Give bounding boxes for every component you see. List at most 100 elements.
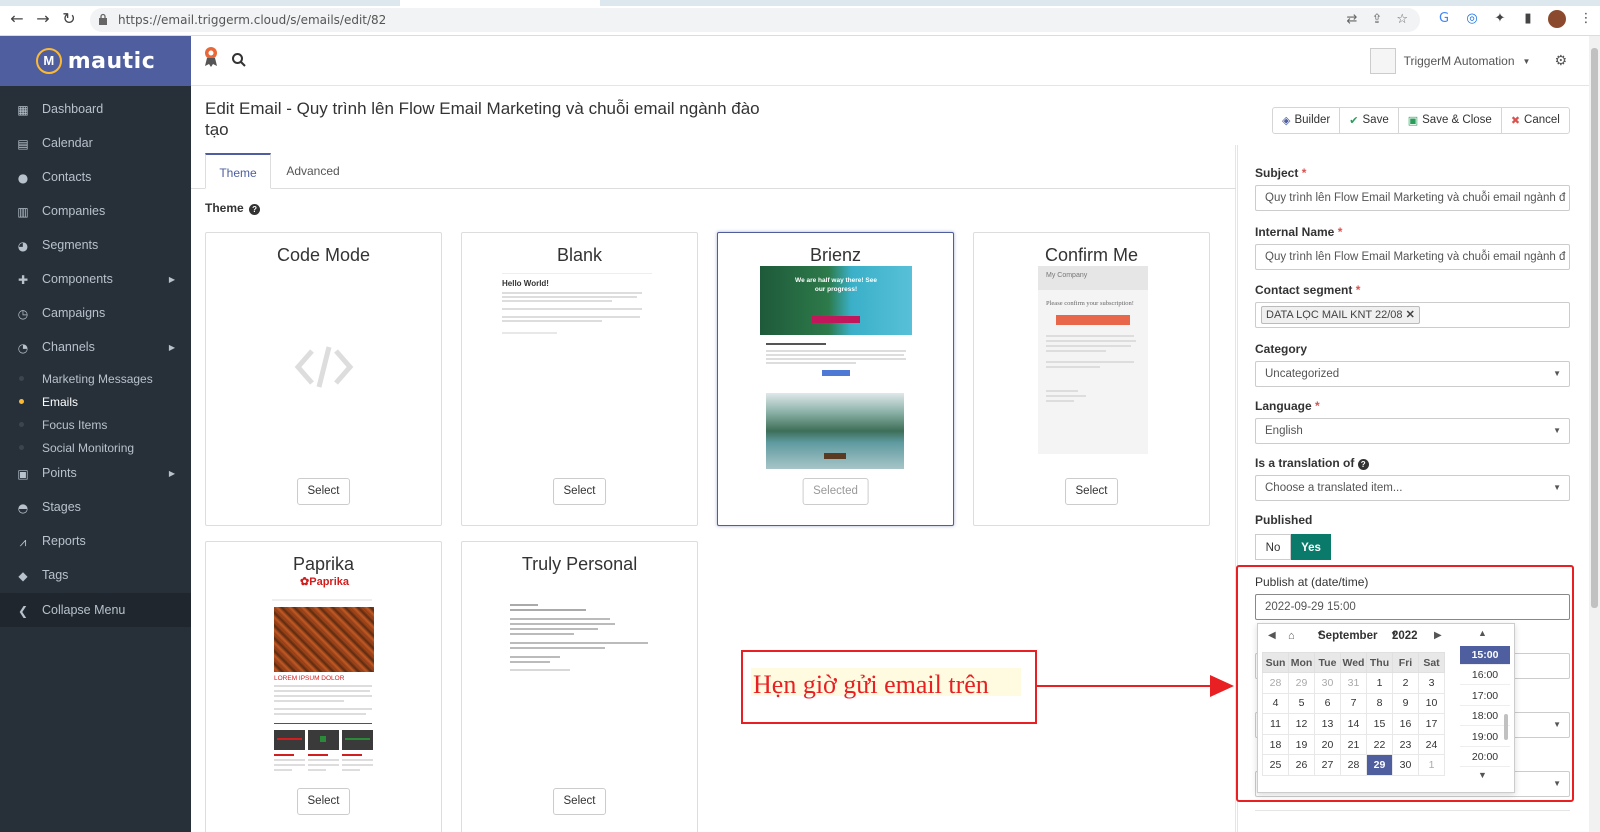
sidebar-item-segments[interactable]: ◕ Segments (0, 228, 191, 262)
logo[interactable]: M mautic (0, 36, 191, 86)
sidebar-subitem-focus-items[interactable]: Focus Items (0, 413, 191, 436)
help-icon[interactable]: ? (249, 204, 261, 215)
sidebar: M mautic ▦ Dashboard ▤ Calendar ● Contacts … (0, 36, 191, 832)
caret-down-icon: ▼ (1522, 56, 1531, 66)
select-button[interactable]: Select (552, 788, 607, 815)
published-yes-button[interactable]: Yes (1291, 534, 1331, 560)
forward-icon[interactable]: → (34, 10, 52, 28)
builder-button[interactable]: ◈ Builder (1273, 108, 1341, 133)
translation-label-text: Is a translation of (1255, 456, 1355, 470)
sidebar-item-points[interactable]: ▣ Points ▶ (0, 456, 191, 490)
theme-title: Confirm Me (1044, 245, 1138, 265)
puzzle-extension-icon[interactable]: ✦ (1492, 11, 1508, 27)
brienz-hero-image: We are half way there! See our progress! (760, 266, 912, 335)
share-icon[interactable]: ⇪ (1371, 12, 1382, 27)
check-icon: ✔ (1349, 114, 1359, 127)
preview-headline: We are half way there! See our progress! (795, 277, 877, 293)
notification-badge-icon[interactable] (203, 46, 219, 68)
subject-label: Subject * (1255, 166, 1307, 180)
sidebar-item-campaigns[interactable]: ◷ Campaigns (0, 296, 191, 330)
sidebar-item-dashboard[interactable]: ▦ Dashboard (0, 92, 191, 126)
cancel-label: Cancel (1524, 114, 1560, 126)
extension-icon[interactable]: ◎ (1464, 11, 1480, 27)
back-icon[interactable]: ← (8, 10, 26, 28)
browser-active-tab[interactable] (400, 0, 600, 6)
sidebar-item-contacts[interactable]: ● Contacts (0, 160, 191, 194)
sidebar-item-companies[interactable]: ▥ Companies (0, 194, 191, 228)
remove-tag-icon[interactable]: ✕ (1406, 309, 1415, 321)
segment-tag-text: DATA LỌC MAIL KNT 22/08 (1266, 309, 1403, 321)
save-button[interactable]: ✔ Save (1340, 108, 1399, 133)
theme-card-confirm-me[interactable]: Confirm Me My Company Please confirm you… (973, 232, 1210, 526)
tab-advanced[interactable]: Advanced (273, 153, 353, 189)
bullet-icon (19, 445, 24, 450)
sidebar-item-calendar[interactable]: ▤ Calendar (0, 126, 191, 160)
theme-title: Blank (556, 245, 603, 265)
segment-tag[interactable]: DATA LỌC MAIL KNT 22/08 ✕ (1261, 306, 1420, 324)
search-icon[interactable] (231, 52, 247, 68)
select-button[interactable]: Select (296, 788, 351, 815)
sidebar-item-stages[interactable]: ◓ Stages (0, 490, 191, 524)
theme-card-paprika[interactable]: Paprika ✿Paprika LOREM IPSUM DOLOR Selec… (205, 541, 442, 832)
sidebar-subitem-emails[interactable]: Emails (0, 390, 191, 413)
gear-icon[interactable]: ⚙ (1554, 53, 1567, 69)
sidebar-item-label: Channels (42, 340, 95, 354)
page-scrollbar[interactable] (1589, 36, 1600, 832)
clock-icon: ◷ (17, 306, 29, 321)
internal-name-input[interactable]: Quy trình lên Flow Email Marketing và ch… (1255, 244, 1570, 270)
scrollbar-thumb[interactable] (1591, 48, 1598, 608)
sidebar-subitem-marketing-messages[interactable]: Marketing Messages (0, 367, 191, 390)
brienz-lake-image (766, 393, 904, 469)
subject-input[interactable]: Quy trình lên Flow Email Marketing và ch… (1255, 185, 1570, 211)
puzzle-icon: ✚ (17, 272, 29, 287)
select-button[interactable]: Select (296, 478, 351, 505)
logo-text: mautic (67, 48, 156, 74)
sidebar-item-tags[interactable]: ◆ Tags (0, 558, 191, 592)
contact-segment-select[interactable]: DATA LỌC MAIL KNT 22/08 ✕ (1255, 302, 1570, 328)
help-icon[interactable]: ? (1357, 459, 1369, 470)
tab-bar: Theme Advanced (191, 153, 1236, 189)
tag-icon: ◆ (18, 568, 28, 583)
tab-theme[interactable]: Theme (205, 153, 271, 189)
chevron-right-icon: ▶ (168, 342, 175, 352)
sidepanel-icon[interactable]: ▮ (1520, 11, 1536, 27)
sidebar-item-collapse-menu[interactable]: ❮ Collapse Menu (0, 593, 191, 627)
sidebar-item-channels[interactable]: ◔ Channels ▶ (0, 330, 191, 364)
theme-panel: Theme Advanced Theme ? Code Mode Select … (191, 145, 1236, 832)
reload-icon[interactable]: ↻ (60, 10, 78, 28)
published-label: Published (1255, 513, 1313, 527)
language-select[interactable]: English ▼ (1255, 418, 1570, 444)
chevron-down-icon: ▼ (1553, 483, 1561, 492)
google-translate-icon[interactable]: G (1436, 11, 1452, 27)
theme-card-blank[interactable]: Blank Hello World! Select (461, 232, 698, 526)
theme-title: Code Mode (276, 245, 371, 265)
sidebar-item-label: Points (42, 466, 77, 480)
mautic-logo-icon: M (35, 48, 62, 74)
theme-card-code-mode[interactable]: Code Mode Select (205, 232, 442, 526)
browser-menu-icon[interactable]: ⋮ (1578, 11, 1594, 27)
category-select[interactable]: Uncategorized ▼ (1255, 361, 1570, 387)
select-button[interactable]: Select (552, 478, 607, 505)
save-close-button[interactable]: ▣ Save & Close (1399, 108, 1502, 133)
sidebar-item-reports[interactable]: ⩘ Reports (0, 524, 191, 558)
chevron-right-icon: ▶ (168, 274, 175, 284)
sidebar-item-components[interactable]: ✚ Components ▶ (0, 262, 191, 296)
translate-icon[interactable]: ⇄ (1347, 12, 1358, 27)
profile-avatar[interactable] (1548, 10, 1566, 28)
save-disk-icon: ▣ (1407, 114, 1419, 127)
select-button[interactable]: Select (1064, 478, 1119, 505)
published-toggle: No Yes (1255, 534, 1331, 560)
sidebar-item-label: Segments (42, 238, 99, 252)
language-label-text: Language (1255, 399, 1312, 413)
translation-select[interactable]: Choose a translated item... ▼ (1255, 475, 1570, 501)
published-no-button[interactable]: No (1255, 534, 1291, 560)
confirm-preview: My Company Please confirm your subscript… (1038, 266, 1148, 454)
theme-card-brienz[interactable]: Brienz We are half way there! See our pr… (717, 232, 954, 526)
user-menu[interactable]: TriggerM Automation ▼ ⚙ (1369, 48, 1567, 74)
address-bar[interactable]: https://email.triggerm.cloud/s/emails/ed… (90, 8, 1420, 32)
blank-preview: Hello World! (502, 273, 652, 363)
star-icon[interactable]: ☆ (1396, 12, 1408, 27)
selected-button[interactable]: Selected (802, 478, 869, 505)
cancel-button[interactable]: ✖ Cancel (1502, 108, 1569, 133)
theme-card-truly-personal[interactable]: Truly Personal Select (461, 541, 698, 832)
